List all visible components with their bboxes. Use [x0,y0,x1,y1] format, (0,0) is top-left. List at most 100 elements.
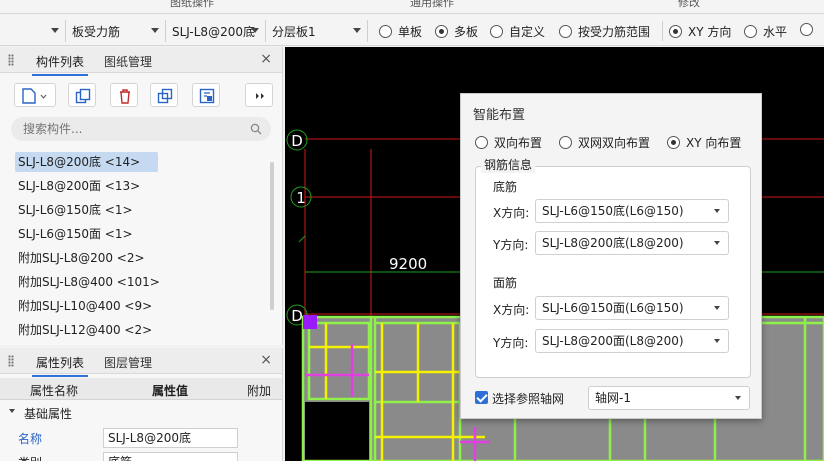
copy-component-button[interactable] [68,83,96,107]
property-table-header: 属性名称 属性值 附加 [0,378,282,400]
chevron-down-icon [714,209,720,213]
chevron-down-icon [714,339,720,343]
layer-select[interactable]: 分层板1 [268,20,368,42]
list-item[interactable]: SLJ-L6@150面 <1> [15,224,133,244]
list-scrollbar[interactable] [270,162,274,310]
more-tools-button[interactable] [245,83,273,107]
chevron-down-icon [251,28,259,33]
radio-double-net[interactable]: 双网双向布置 [559,134,650,151]
list-item[interactable]: SLJ-L6@150底 <1> [15,200,133,220]
component-list-panel: 构件列表 图纸管理 × 搜索构件... SLJ-L8@200底 <14> SLJ… [0,47,283,345]
property-toolbar: 板受力筋 SLJ-L8@200底 分层板1 单板 多板 自定义 按受力筋范围 X… [0,15,824,46]
radio-xy-direction[interactable]: XY 方向 [669,23,731,40]
dimension-label: 9200 [389,255,427,273]
tab-layer-management[interactable]: 图层管理 [104,354,152,371]
top-x-select[interactable]: SLJ-L6@150面(L6@150) [535,296,729,320]
axis-label: D [291,132,303,150]
bottom-x-value: SLJ-L6@150底(L6@150) [542,204,684,218]
axis-grid-select[interactable]: 轴网-1 [588,386,750,410]
chevron-down-icon [353,28,361,33]
layer-value: 分层板1 [272,24,316,39]
column-header-extra: 附加 [247,384,272,398]
top-y-select[interactable]: SLJ-L8@200面(L8@200) [535,329,729,353]
property-list-panel: 属性列表 图层管理 × 属性名称 属性值 附加 基础属性 名称 SLJ-L8@2… [0,348,283,461]
list-item[interactable]: SLJ-L8@200底 <14> [15,152,158,172]
top-rebar-label: 面筋 [493,276,518,290]
radio-by-rebar-range[interactable]: 按受力筋范围 [559,23,650,40]
library-icon [199,88,215,104]
close-icon[interactable]: × [260,352,272,368]
top-x-label: X方向: [493,303,530,317]
bottom-x-select[interactable]: SLJ-L6@150底(L6@150) [535,199,729,223]
radio-indicator [490,25,503,38]
delete-component-button[interactable] [110,83,138,107]
new-component-button[interactable] [14,83,56,107]
panel-header: 属性列表 图层管理 × [0,348,282,377]
bottom-y-label: Y方向: [493,238,529,252]
radio-single-slab[interactable]: 单板 [379,23,422,40]
radio-indicator [800,23,813,36]
top-x-value: SLJ-L6@150面(L6@150) [542,301,684,315]
search-input[interactable] [11,117,271,141]
element-type-value: 板受力筋 [72,24,121,39]
trash-icon [120,89,130,104]
property-group-basic[interactable]: 基础属性 [0,402,282,422]
reference-grid-checkbox[interactable] [475,391,488,404]
radio-indicator [475,136,488,149]
column-header-name: 属性名称 [30,384,79,398]
ribbon-group-labels: 图纸操作 通用操作 修改 [0,0,824,14]
radio-indicator [669,25,682,38]
radio-multi-slab[interactable]: 多板 [435,23,478,40]
axis-grid-value: 轴网-1 [595,391,631,405]
radio-indicator [559,136,572,149]
tab-drawing-management[interactable]: 图纸管理 [104,53,152,70]
toolbar-divider [662,21,663,41]
element-type-select[interactable]: 板受力筋 [68,20,166,42]
property-name: 类别 [18,454,42,461]
floor-select[interactable] [0,20,66,42]
tab-property-list[interactable]: 属性列表 [31,354,89,377]
search-icon [250,123,262,135]
opening [305,402,369,461]
radio-horizontal[interactable]: 水平 [744,23,787,40]
new-file-icon [22,88,47,104]
top-y-label: Y方向: [493,336,529,350]
drag-handle-icon[interactable] [8,54,14,66]
radio-custom[interactable]: 自定义 [490,23,545,40]
reference-grid-label: 选择参照轴网 [492,392,565,406]
copy-to-floor-button[interactable] [150,83,178,107]
radio-next[interactable] [800,23,819,36]
drag-handle-icon[interactable] [8,355,14,367]
panel-header: 构件列表 图纸管理 × [0,47,282,76]
list-item[interactable]: 附加SLJ-L12@400 <2> [15,320,152,340]
property-value-input[interactable]: SLJ-L8@200底 [103,428,238,448]
copy-icon [75,88,91,104]
selection-marker [303,315,317,329]
dialog-title: 智能布置 [473,108,526,123]
bottom-y-value: SLJ-L8@200底(L8@200) [542,236,684,250]
component-library-button[interactable] [192,83,220,107]
list-item[interactable]: 附加SLJ-L8@200 <2> [15,248,145,268]
tab-component-list[interactable]: 构件列表 [31,53,89,76]
chevron-down-icon [151,28,159,33]
property-value-input[interactable]: 底筋 [103,452,238,461]
double-chevron-right-icon [256,93,264,99]
radio-xy-layout[interactable]: XY 向布置 [667,134,741,151]
property-row-type: 类别 底筋 [0,450,282,461]
ribbon-group-modify: 修改 [678,0,700,9]
list-item[interactable]: 附加SLJ-L10@400 <9> [15,296,152,316]
bottom-rebar-label: 底筋 [493,180,518,194]
list-item[interactable]: 附加SLJ-L8@400 <101> [15,272,160,292]
radio-bidirectional[interactable]: 双向布置 [475,134,542,151]
top-y-value: SLJ-L8@200面(L8@200) [542,334,684,348]
bottom-x-label: X方向: [493,206,530,220]
column-header-value: 属性值 [152,384,189,398]
property-row-name: 名称 SLJ-L8@200底 [0,426,282,450]
component-select[interactable]: SLJ-L8@200底 [168,20,266,42]
chevron-down-icon [735,396,741,400]
list-item[interactable]: SLJ-L8@200面 <13> [15,176,140,196]
close-icon[interactable]: × [260,51,272,67]
bottom-y-select[interactable]: SLJ-L8@200底(L8@200) [535,231,729,255]
property-name: 名称 [18,432,43,446]
chevron-down-icon [714,306,720,310]
